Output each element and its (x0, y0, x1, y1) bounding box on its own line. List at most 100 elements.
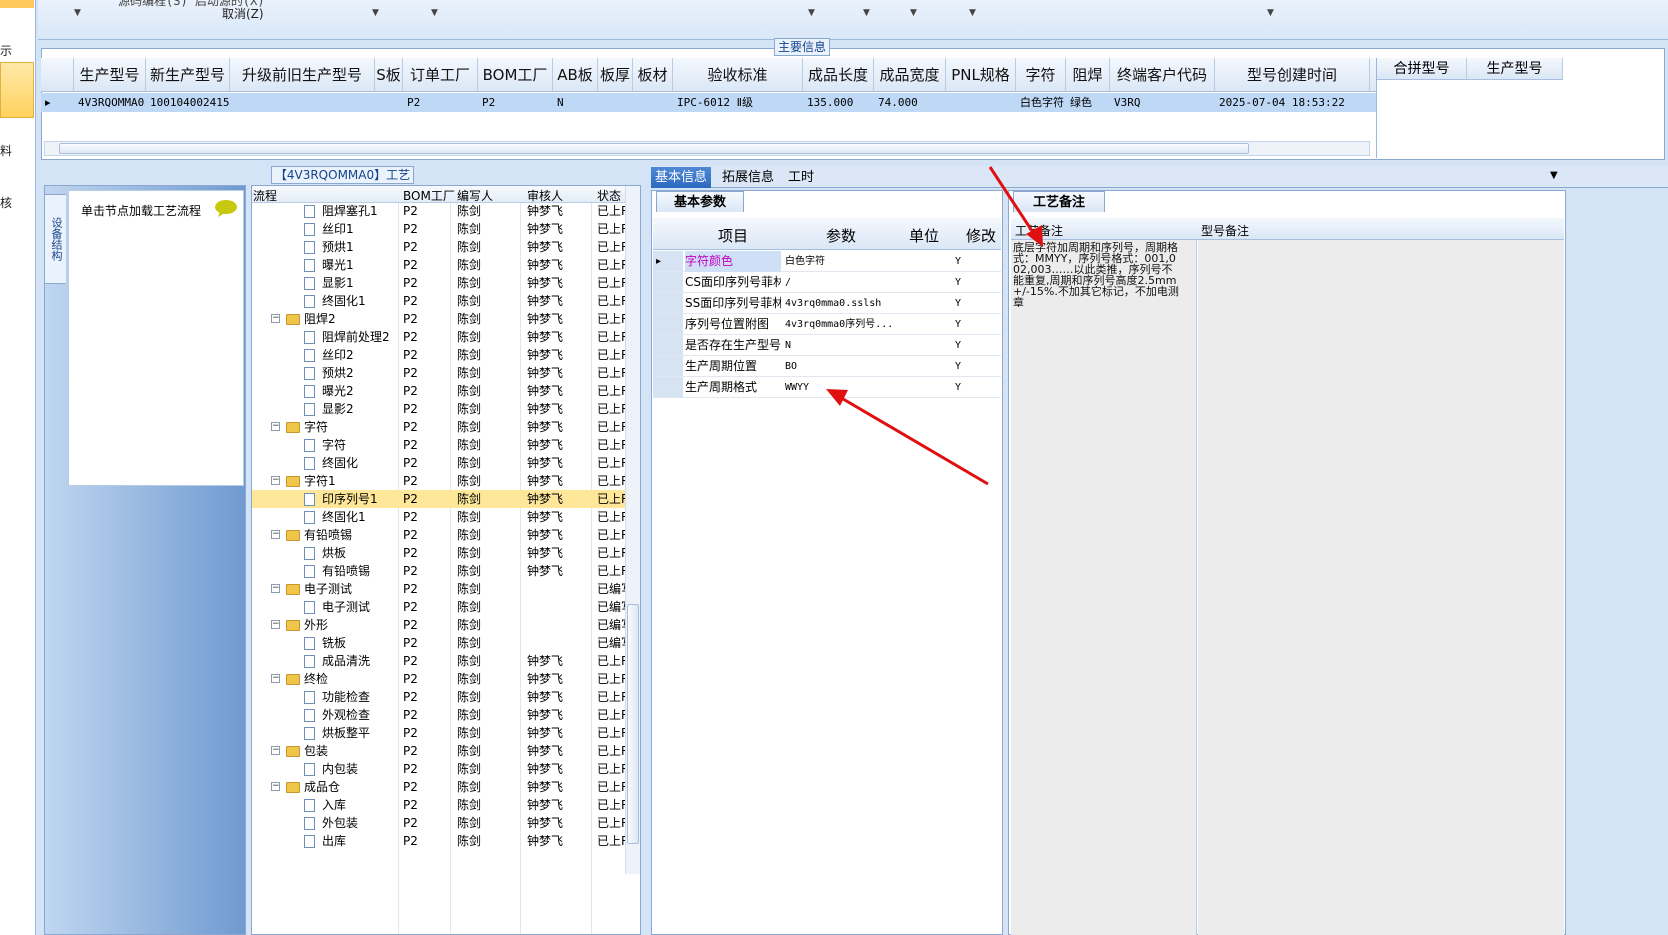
col-item[interactable]: 项目 (718, 225, 748, 246)
dropdown-arrow-icon[interactable]: ▼ (863, 8, 870, 18)
collapse-toggle-icon[interactable]: − (271, 530, 280, 539)
collapse-toggle-icon[interactable]: − (271, 476, 280, 485)
col-param[interactable]: 参数 (826, 225, 856, 246)
dropdown-arrow-icon[interactable]: ▼ (808, 8, 815, 18)
dropdown-arrow-icon[interactable]: ▼ (372, 8, 379, 18)
main-cell[interactable] (598, 93, 633, 112)
nav-item-1[interactable]: 示 (0, 42, 12, 59)
main-col-header[interactable]: BOM工厂 (478, 58, 553, 91)
main-cell[interactable] (375, 93, 403, 112)
col-process-note[interactable]: 工艺备注 (1015, 222, 1063, 239)
main-cell[interactable] (946, 93, 1016, 112)
main-cell[interactable]: 4V3RQOMMA0 (74, 93, 146, 112)
main-col-header[interactable]: 生产型号 (74, 58, 146, 91)
tree-row[interactable]: 入库 P2 陈剑 钟梦飞 已上R (252, 796, 629, 814)
tree-row[interactable]: − 字符1 P2 陈剑 钟梦飞 已上R (252, 472, 629, 490)
tree-row[interactable]: 有铅喷锡 P2 陈剑 钟梦飞 已上R (252, 562, 629, 580)
basic-params-tab[interactable]: 基本参数 (656, 191, 744, 212)
collapse-toggle-icon[interactable]: − (271, 746, 280, 755)
param-row[interactable]: CS面印序列号菲林 / Y (653, 272, 1001, 293)
param-row[interactable]: 生产周期格式 WWYY Y (653, 377, 1001, 398)
dropdown-arrow-icon[interactable]: ▼ (969, 8, 976, 18)
main-cell[interactable]: 10010400241545 (146, 93, 230, 112)
cancel-button[interactable]: 取消(Z) (222, 5, 264, 22)
row-selector[interactable] (653, 377, 683, 397)
tree-row[interactable]: 阻焊塞孔1 P2 陈剑 钟梦飞 已上R (252, 202, 629, 220)
main-col-header[interactable]: 升级前旧生产型号 (230, 58, 375, 91)
col-modify[interactable]: 修改 (966, 225, 996, 246)
nav-item-selected[interactable] (0, 62, 34, 118)
tree-row[interactable]: 成品清洗 P2 陈剑 钟梦飞 已上R (252, 652, 629, 670)
main-col-header[interactable]: 终端客户代码 (1110, 58, 1215, 91)
main-col-header[interactable]: S板 (375, 58, 403, 91)
col-unit[interactable]: 单位 (909, 225, 939, 246)
tree-row[interactable]: 丝印2 P2 陈剑 钟梦飞 已上R (252, 346, 629, 364)
tree-row[interactable]: 显影2 P2 陈剑 钟梦飞 已上R (252, 400, 629, 418)
dropdown-arrow-icon[interactable]: ▼ (74, 8, 81, 18)
tree-row[interactable]: 内包装 P2 陈剑 钟梦飞 已上R (252, 760, 629, 778)
main-cell[interactable]: 2025-07-04 18:53:22 (1215, 93, 1370, 112)
main-cell[interactable]: 白色字符 (1016, 93, 1066, 112)
tree-row[interactable]: − 外形 P2 陈剑 已编写 (252, 616, 633, 634)
tree-row[interactable]: 丝印1 P2 陈剑 钟梦飞 已上R (252, 220, 629, 238)
tab-extended-info[interactable]: 拓展信息 (718, 167, 778, 188)
row-selector[interactable]: ▸ (653, 251, 683, 271)
main-cell[interactable]: IPC-6012 Ⅱ级 (673, 93, 803, 112)
param-row[interactable]: 序列号位置附图 4v3rq0mma0序列号... Y (653, 314, 1001, 335)
main-col-header[interactable]: 新生产型号 (146, 58, 230, 91)
main-col-header[interactable]: AB板 (553, 58, 598, 91)
tree-row[interactable]: 终固化1 P2 陈剑 钟梦飞 已上R (252, 508, 629, 526)
tree-row[interactable]: 烘板整平 P2 陈剑 钟梦飞 已上R (252, 724, 629, 742)
tree-row[interactable]: 阻焊前处理2 P2 陈剑 钟梦飞 已上R (252, 328, 629, 346)
main-cell[interactable]: 74.000 (874, 93, 946, 112)
tree-row[interactable]: − 字符 P2 陈剑 钟梦飞 已上R (252, 418, 629, 436)
tree-vertical-scrollbar[interactable] (625, 186, 640, 874)
row-selector[interactable] (653, 272, 683, 292)
main-col-header[interactable]: 阻焊 (1066, 58, 1110, 91)
dropdown-arrow-icon[interactable]: ▼ (431, 8, 438, 18)
tree-row[interactable]: 曝光2 P2 陈剑 钟梦飞 已上R (252, 382, 629, 400)
tree-row[interactable]: − 成品仓 P2 陈剑 钟梦飞 已上R (252, 778, 629, 796)
tree-row[interactable]: 烘板 P2 陈剑 钟梦飞 已上R (252, 544, 629, 562)
tab-basic-info[interactable]: 基本信息 (651, 167, 712, 188)
process-note-field[interactable]: 底层字符加周期和序列号，周期格式：MMYY，序列号格式：001,002,003…… (1011, 240, 1197, 935)
vertical-tab-device[interactable]: 设备结构 (44, 194, 66, 284)
main-cell[interactable]: 135.000 (803, 93, 874, 112)
tree-row[interactable]: 外观检查 P2 陈剑 钟梦飞 已上R (252, 706, 629, 724)
scrollbar-thumb[interactable] (627, 604, 639, 844)
merge-model-header[interactable]: 合拼型号 (1377, 58, 1467, 80)
tree-row[interactable]: 预烘1 P2 陈剑 钟梦飞 已上R (252, 238, 629, 256)
main-col-header[interactable]: PNL规格 (946, 58, 1016, 91)
tree-row[interactable]: 铣板 P2 陈剑 已编写 (252, 634, 633, 652)
col-model-note[interactable]: 型号备注 (1201, 222, 1249, 239)
tree-row[interactable]: 电子测试 P2 陈剑 已编写 (252, 598, 633, 616)
main-cell[interactable]: P2 (403, 93, 478, 112)
tree-row[interactable]: 曝光1 P2 陈剑 钟梦飞 已上R (252, 256, 629, 274)
dropdown-arrow-icon[interactable]: ▼ (910, 8, 917, 18)
main-cell[interactable]: 绿色 (1066, 93, 1110, 112)
tabs-menu-arrow-icon[interactable]: ▼ (1550, 170, 1558, 181)
main-col-header[interactable]: 成品宽度 (874, 58, 946, 91)
tree-row[interactable]: − 有铅喷锡 P2 陈剑 钟梦飞 已上R (252, 526, 629, 544)
main-cell[interactable]: N (553, 93, 598, 112)
param-row[interactable]: SS面印序列号菲林 4v3rq0mma0.sslsh Y (653, 293, 1001, 314)
main-col-header[interactable]: 验收标准 (673, 58, 803, 91)
tree-row[interactable]: 字符 P2 陈剑 钟梦飞 已上R (252, 436, 629, 454)
scrollbar-thumb[interactable] (59, 143, 1249, 154)
param-row[interactable]: ▸ 字符颜色 白色字符 Y (653, 251, 1001, 272)
main-col-header[interactable]: 板厚 (598, 58, 633, 91)
horizontal-scrollbar[interactable] (44, 141, 1370, 156)
collapse-toggle-icon[interactable]: − (271, 314, 280, 323)
tree-row[interactable]: 显影1 P2 陈剑 钟梦飞 已上R (252, 274, 629, 292)
tree-row[interactable]: 外包装 P2 陈剑 钟梦飞 已上R (252, 814, 629, 832)
main-col-header[interactable]: 订单工厂 (403, 58, 478, 91)
collapse-toggle-icon[interactable]: − (271, 584, 280, 593)
collapse-toggle-icon[interactable]: − (271, 620, 280, 629)
tree-row[interactable]: 预烘2 P2 陈剑 钟梦飞 已上R (252, 364, 629, 382)
tree-row[interactable]: 终固化 P2 陈剑 钟梦飞 已上R (252, 454, 629, 472)
tree-row[interactable]: 功能检查 P2 陈剑 钟梦飞 已上R (252, 688, 629, 706)
collapse-toggle-icon[interactable]: − (271, 674, 280, 683)
row-selector[interactable] (653, 293, 683, 313)
dropdown-arrow-icon[interactable]: ▼ (1267, 8, 1274, 18)
tree-row[interactable]: 出库 P2 陈剑 钟梦飞 已上R (252, 832, 629, 850)
